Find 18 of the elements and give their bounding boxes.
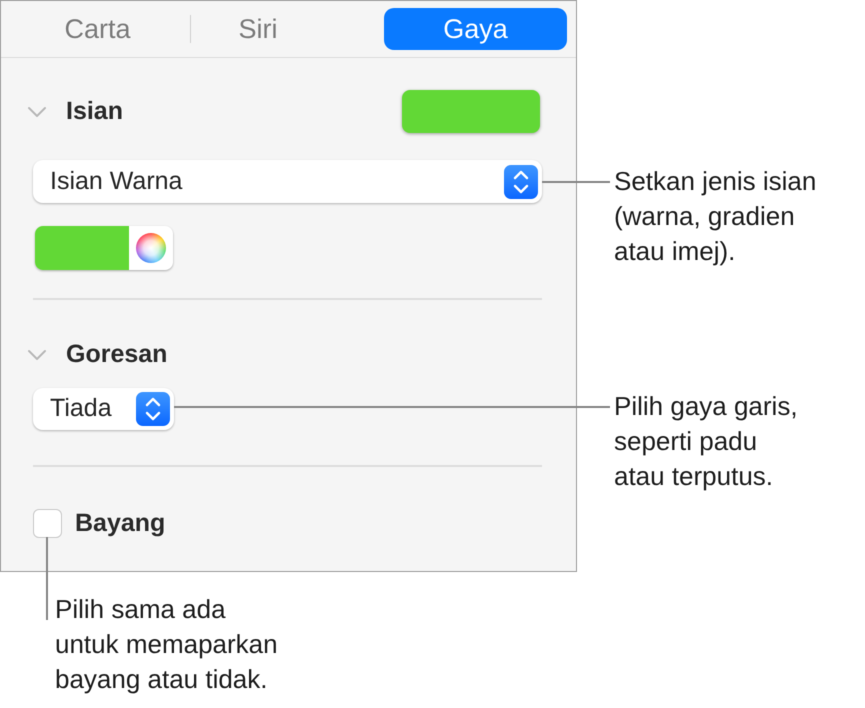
popup-menu[interactable]: Tiada	[33, 388, 174, 430]
popup-menu[interactable]: Isian Warna	[33, 160, 542, 203]
color-wheel-icon	[136, 233, 166, 263]
tab[interactable]: Carta	[10, 8, 185, 50]
section-title: Isian	[66, 96, 123, 127]
stepper-icon	[504, 164, 538, 198]
callout-text: Setkan jenis isian (warna, gradien atau imej).	[614, 165, 816, 268]
callout-text: Pilih sama ada untuk memaparkan bayang atau tidak.	[55, 593, 278, 696]
fill-color-button[interactable]	[402, 90, 540, 133]
stepper-icon	[136, 392, 170, 426]
callout-text: Pilih gaya garis, seperti padu atau terputus.	[614, 390, 798, 493]
tab[interactable]: Siri	[196, 8, 320, 50]
color-well[interactable]	[35, 226, 173, 270]
section-title: Goresan	[66, 339, 168, 370]
leader-line	[542, 181, 610, 183]
checkbox[interactable]	[33, 509, 62, 538]
checkbox-label: Bayang	[75, 508, 166, 539]
tab[interactable]: Gaya	[384, 8, 567, 50]
